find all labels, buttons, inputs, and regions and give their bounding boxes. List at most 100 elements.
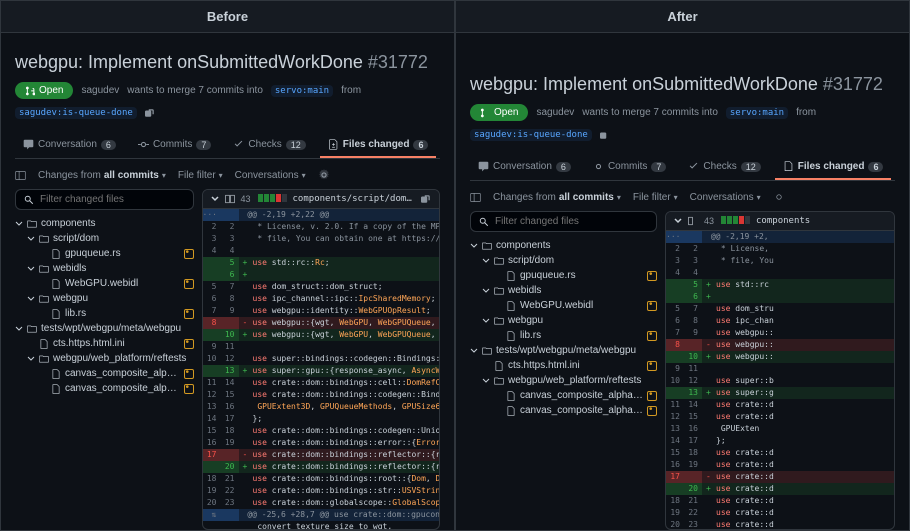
expand-icon[interactable]: ··· (203, 209, 221, 221)
tab-commits[interactable]: Commits 7 (130, 133, 219, 158)
diff-line[interactable]: 79 use webgpu::identity::WebGPUOpResult; (203, 305, 440, 317)
tree-folder[interactable]: webgpu (15, 291, 194, 306)
tab-conversation[interactable]: Conversation 6 (15, 133, 124, 158)
tree-file[interactable]: gpuqueue.rs (15, 246, 194, 261)
diff-line[interactable]: 1619 use crate::dom::bindings::error::{E… (203, 437, 440, 449)
tree-file[interactable]: canvas_composite_alpha_rgba8unorm_opaque… (470, 403, 657, 418)
diff-line[interactable]: 1215 use crate::dom::bindings::codegen::… (203, 389, 440, 401)
diff-line[interactable]: 1316 GPUExten (666, 423, 894, 435)
diff-line[interactable]: 1821 use crate::d (666, 495, 894, 507)
diff-line[interactable]: 1619 use crate::d (666, 459, 894, 471)
sidebar-toggle-icon[interactable] (15, 170, 26, 181)
tree-file[interactable]: lib.rs (15, 306, 194, 321)
file-filter-dropdown[interactable]: File filter▾ (633, 192, 678, 203)
tree-folder[interactable]: components (15, 216, 194, 231)
tree-folder[interactable]: webgpu/web_platform/reftests (470, 373, 657, 388)
diff-line[interactable]: 1922 use crate::dom::bindings::str::USVS… (203, 485, 440, 497)
diff-line[interactable]: 2023 use crate::d (666, 519, 894, 529)
diff-line[interactable]: 68 use ipc_channel::ipc::IpcSharedMemory… (203, 293, 440, 305)
copy-icon[interactable] (145, 108, 155, 118)
tree-folder[interactable]: webidls (470, 283, 657, 298)
diff-line[interactable]: 13+use super::g (666, 387, 894, 399)
diff-line[interactable]: 33 * file, You (666, 255, 894, 267)
tree-folder[interactable]: webidls (15, 261, 194, 276)
chevron-down-icon[interactable] (674, 217, 682, 225)
sidebar-toggle-icon[interactable] (470, 192, 481, 203)
tree-file[interactable]: canvas_composite_alpha_r… (15, 366, 194, 381)
diff-line[interactable]: 5+use std::rc::Rc; (203, 257, 440, 269)
file-search-input[interactable] (495, 216, 648, 227)
tree-file[interactable]: gpuqueue.rs (470, 268, 657, 283)
diff-line[interactable]: 1518 use crate::d (666, 447, 894, 459)
file-search[interactable] (15, 189, 194, 210)
diff-line[interactable]: 57 use dom_struct::dom_struct; (203, 281, 440, 293)
diff-line[interactable]: 17-use crate::dom::bindings::reflector::… (203, 449, 440, 461)
diff-file-path[interactable]: components/script/dom/gpuqueue.rs (293, 194, 415, 204)
pr-author[interactable]: sagudev (81, 85, 119, 96)
tree-file[interactable]: WebGPU.webidl (15, 276, 194, 291)
diff-line[interactable]: convert_texture_size_to_wgt, (203, 521, 440, 529)
gear-icon[interactable] (318, 169, 330, 181)
copy-icon[interactable] (600, 130, 610, 140)
file-filter-dropdown[interactable]: File filter▾ (178, 170, 223, 181)
diff-line[interactable]: 1114 use crate::d (666, 399, 894, 411)
diff-line[interactable]: 79 use webgpu:: (666, 327, 894, 339)
diff-line[interactable]: 6+ (203, 269, 440, 281)
diff-line[interactable]: 33 * file, You can obtain one at https:/… (203, 233, 440, 245)
diff-line[interactable]: 10+use webgpu::{wgt, WebGPU, WebGPUQueue… (203, 329, 440, 341)
tree-file[interactable]: WebGPU.webidl (470, 298, 657, 313)
diff-line[interactable]: 911 (666, 363, 894, 375)
diff-line[interactable]: 1922 use crate::d (666, 507, 894, 519)
tab-checks[interactable]: Checks12 (680, 155, 768, 180)
diff-line[interactable]: 17-use crate::d (666, 471, 894, 483)
diff-line[interactable]: 44 (203, 245, 440, 257)
tree-file[interactable]: cts.https.html.ini (15, 336, 194, 351)
diff-line[interactable]: 1114 use crate::dom::bindings::cell::Dom… (203, 377, 440, 389)
tree-folder[interactable]: script/dom (470, 253, 657, 268)
tab-conversation[interactable]: Conversation6 (470, 155, 579, 180)
conversations-dropdown[interactable]: Conversations▾ (235, 170, 306, 181)
gear-icon[interactable] (773, 191, 785, 203)
diff-line[interactable]: 8-use webgpu:: (666, 339, 894, 351)
tab-files-changed[interactable]: Files changed 6 (320, 133, 437, 158)
copy-path-icon[interactable] (421, 194, 431, 204)
diff-line[interactable]: 20+use crate::dom::bindings::reflector::… (203, 461, 440, 473)
diff-line[interactable]: 1316 GPUExtent3D, GPUQueueMethods, GPUSi… (203, 401, 440, 413)
tree-folder[interactable]: components (470, 238, 657, 253)
diff-line[interactable]: 22 * License, (666, 243, 894, 255)
diff-line[interactable]: 13+use super::gpu::{response_async, Asyn… (203, 365, 440, 377)
expand-icon[interactable]: ··· (666, 231, 684, 243)
diff-line[interactable]: 1012 use super::bindings::codegen::Bindi… (203, 353, 440, 365)
split-view-icon[interactable] (225, 194, 235, 204)
diff-line[interactable]: 5+use std::rc (666, 279, 894, 291)
diff-line[interactable]: 44 (666, 267, 894, 279)
diff-line[interactable]: 1012 use super::b (666, 375, 894, 387)
changes-from-dropdown[interactable]: Changes from all commits ▾ (38, 170, 166, 181)
changes-from-dropdown[interactable]: Changes from all commits▾ (493, 192, 621, 203)
tree-file[interactable]: canvas_composite_alpha_r… (15, 381, 194, 396)
tree-folder[interactable]: webgpu (470, 313, 657, 328)
tree-file[interactable]: cts.https.html.ini (470, 358, 657, 373)
split-view-icon[interactable] (688, 216, 698, 226)
tab-checks[interactable]: Checks 12 (225, 133, 313, 158)
tab-files-changed[interactable]: Files changed6 (775, 155, 892, 180)
head-branch[interactable]: sagudev:is-queue-done (15, 107, 137, 119)
diff-line[interactable]: 6+ (666, 291, 894, 303)
diff-line[interactable]: 22 * License, v. 2.0. If a copy of the M… (203, 221, 440, 233)
chevron-down-icon[interactable] (211, 195, 219, 203)
conversations-dropdown[interactable]: Conversations▾ (690, 192, 761, 203)
tree-file[interactable]: canvas_composite_alpha_rgba8unorm_opaque… (470, 388, 657, 403)
tree-folder[interactable]: tests/wpt/webgpu/meta/webgpu (470, 343, 657, 358)
tree-file[interactable]: lib.rs (470, 328, 657, 343)
base-branch[interactable]: servo:main (271, 85, 333, 97)
diff-line[interactable]: 68 use ipc_chan (666, 315, 894, 327)
diff-line[interactable]: 57 use dom_stru (666, 303, 894, 315)
diff-line[interactable]: 20+use crate::d (666, 483, 894, 495)
diff-line[interactable]: 10+use webgpu:: (666, 351, 894, 363)
diff-line[interactable]: 1518 use crate::dom::bindings::codegen::… (203, 425, 440, 437)
tree-folder[interactable]: webgpu/web_platform/reftests (15, 351, 194, 366)
expand-icon[interactable]: ⇅ (203, 509, 221, 521)
diff-line[interactable]: 911 (203, 341, 440, 353)
diff-line[interactable]: 1215 use crate::d (666, 411, 894, 423)
tree-folder[interactable]: tests/wpt/webgpu/meta/webgpu (15, 321, 194, 336)
